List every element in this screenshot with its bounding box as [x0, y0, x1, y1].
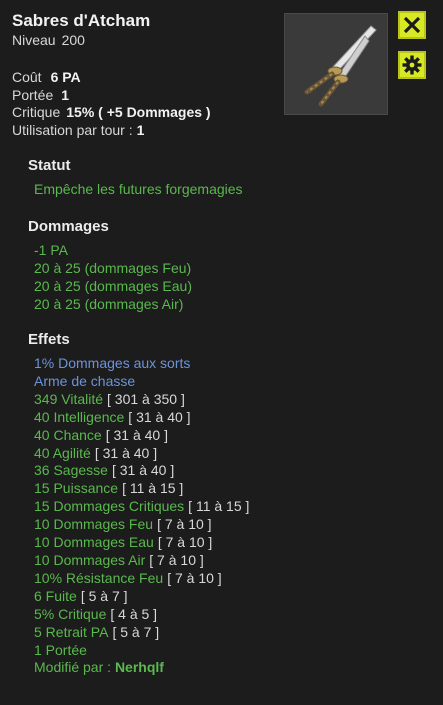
modified-by-name: Nerhqlf	[114, 659, 164, 676]
effect-range: [ 5 à 7 ]	[112, 623, 160, 640]
damage-line: 20 à 25 (dommages Air)	[34, 295, 184, 312]
effect-line: 40 Agilité[ 31 à 40 ]	[34, 445, 264, 463]
effect-range: [ 31 à 40 ]	[128, 408, 191, 425]
effets-heading: Effets	[28, 331, 70, 348]
effect-range: [ 7 à 10 ]	[149, 551, 204, 568]
effect-text: 10 Dommages Air	[34, 551, 146, 568]
statut-list: Empêche les futures forgemagies	[34, 181, 264, 199]
effect-range: [ 7 à 10 ]	[157, 516, 212, 533]
damage-line: -1 PA	[34, 242, 68, 258]
damage-line: 20 à 25 (dommages Feu)	[34, 259, 192, 276]
critical-row: Critique 15% ( +5 Dommages )	[12, 104, 211, 122]
statut-line: Empêche les futures forgemagies	[34, 181, 243, 197]
effect-text: 5 Retrait PA	[34, 623, 109, 640]
critical-label: Critique	[12, 104, 61, 120]
effect-text: 36 Sagesse	[34, 462, 108, 479]
dommages-list: -1 PA 20 à 25 (dommages Feu) 20 à 25 (do…	[34, 242, 264, 314]
modified-by-label: Modifié par :	[34, 659, 112, 676]
effect-text: 5% Critique	[34, 605, 107, 622]
effect-line: Arme de chasse	[34, 372, 136, 389]
effect-range: [ 11 à 15 ]	[188, 498, 250, 515]
effect-text: 15 Dommages Critiques	[34, 498, 185, 515]
effect-line: 15 Dommages Critiques[ 11 à 15 ]	[34, 498, 264, 516]
effect-text: 40 Intelligence	[34, 408, 125, 425]
critical-value: 15% ( +5 Dommages )	[66, 104, 211, 120]
effect-text: 15 Puissance	[34, 480, 119, 497]
effect-text: 40 Agilité	[34, 444, 91, 461]
effect-line: 36 Sagesse[ 31 à 40 ]	[34, 462, 264, 480]
effect-line: 349 Vitalité[ 301 à 350 ]	[34, 391, 264, 409]
cost-label: Coût	[12, 69, 42, 85]
uses-value: 1	[136, 121, 145, 138]
dommages-heading: Dommages	[28, 218, 109, 235]
effets-list: 1% Dommages aux sorts Arme de chasse 349…	[34, 355, 264, 677]
statut-heading: Statut	[28, 157, 71, 174]
range-row: Portée 1	[12, 87, 211, 105]
effect-range: [ 4 à 5 ]	[110, 605, 158, 622]
effect-range: [ 5 à 7 ]	[80, 587, 128, 604]
settings-button[interactable]	[398, 51, 426, 79]
item-stats: Coût 6 PA Portée 1 Critique 15% ( +5 Dommag…	[12, 69, 211, 139]
cost-row: Coût 6 PA	[12, 69, 211, 87]
effect-range: [ 11 à 15 ]	[122, 480, 184, 497]
level-label: Niveau	[12, 32, 56, 48]
effect-line: 10 Dommages Eau[ 7 à 10 ]	[34, 534, 264, 552]
effect-line: 6 Fuite[ 5 à 7 ]	[34, 588, 264, 606]
effect-range: [ 7 à 10 ]	[157, 534, 213, 551]
close-icon	[403, 16, 421, 34]
effect-line: 40 Chance[ 31 à 40 ]	[34, 427, 264, 445]
effect-text: 349 Vitalité	[34, 390, 104, 407]
damage-line: 20 à 25 (dommages Eau)	[34, 277, 192, 294]
item-level: Niveau 200	[12, 32, 85, 48]
effect-line: 10% Résistance Feu[ 7 à 10 ]	[34, 570, 264, 588]
effect-line: 1 Portée	[34, 642, 264, 660]
uses-row: Utilisation par tour :1	[12, 122, 211, 140]
effect-text: 10% Résistance Feu	[34, 569, 164, 586]
effect-line: 10 Dommages Feu[ 7 à 10 ]	[34, 516, 264, 534]
effect-range: [ 31 à 40 ]	[94, 444, 158, 461]
effect-text: 40 Chance	[34, 426, 102, 443]
item-image	[284, 13, 388, 115]
effect-range: [ 301 à 350 ]	[107, 390, 185, 407]
effect-text: 6 Fuite	[34, 587, 77, 604]
effect-text: 10 Dommages Feu	[34, 516, 154, 533]
effect-range: [ 31 à 40 ]	[105, 426, 168, 443]
modified-by-line: Modifié par : Nerhqlf	[34, 659, 264, 677]
gear-icon	[402, 55, 422, 75]
uses-label: Utilisation par tour :	[12, 121, 133, 138]
effect-range: [ 7 à 10 ]	[167, 569, 222, 586]
effect-line: 40 Intelligence[ 31 à 40 ]	[34, 409, 264, 427]
item-name: Sabres d'Atcham	[12, 11, 151, 30]
range-label: Portée	[12, 86, 54, 103]
effect-text: 10 Dommages Eau	[34, 534, 154, 551]
effect-line: 1% Dommages aux sorts	[34, 355, 191, 371]
effect-line: 5 Retrait PA[ 5 à 7 ]	[34, 624, 264, 642]
cost-value: 6 PA	[50, 69, 81, 85]
effect-line: 5% Critique[ 4 à 5 ]	[34, 606, 264, 624]
effect-range: [ 31 à 40 ]	[111, 462, 175, 479]
level-value: 200	[61, 32, 85, 48]
effect-line: 15 Puissance[ 11 à 15 ]	[34, 480, 264, 498]
crossed-sabres-icon	[304, 25, 377, 107]
item-tooltip-panel: Sabres d'Atcham Niveau 200 Coût 6 PA Por…	[0, 0, 443, 705]
effect-text: 1 Portée	[34, 641, 87, 658]
range-value: 1	[61, 86, 70, 103]
effect-line: 10 Dommages Air[ 7 à 10 ]	[34, 552, 264, 570]
close-button[interactable]	[398, 11, 426, 39]
